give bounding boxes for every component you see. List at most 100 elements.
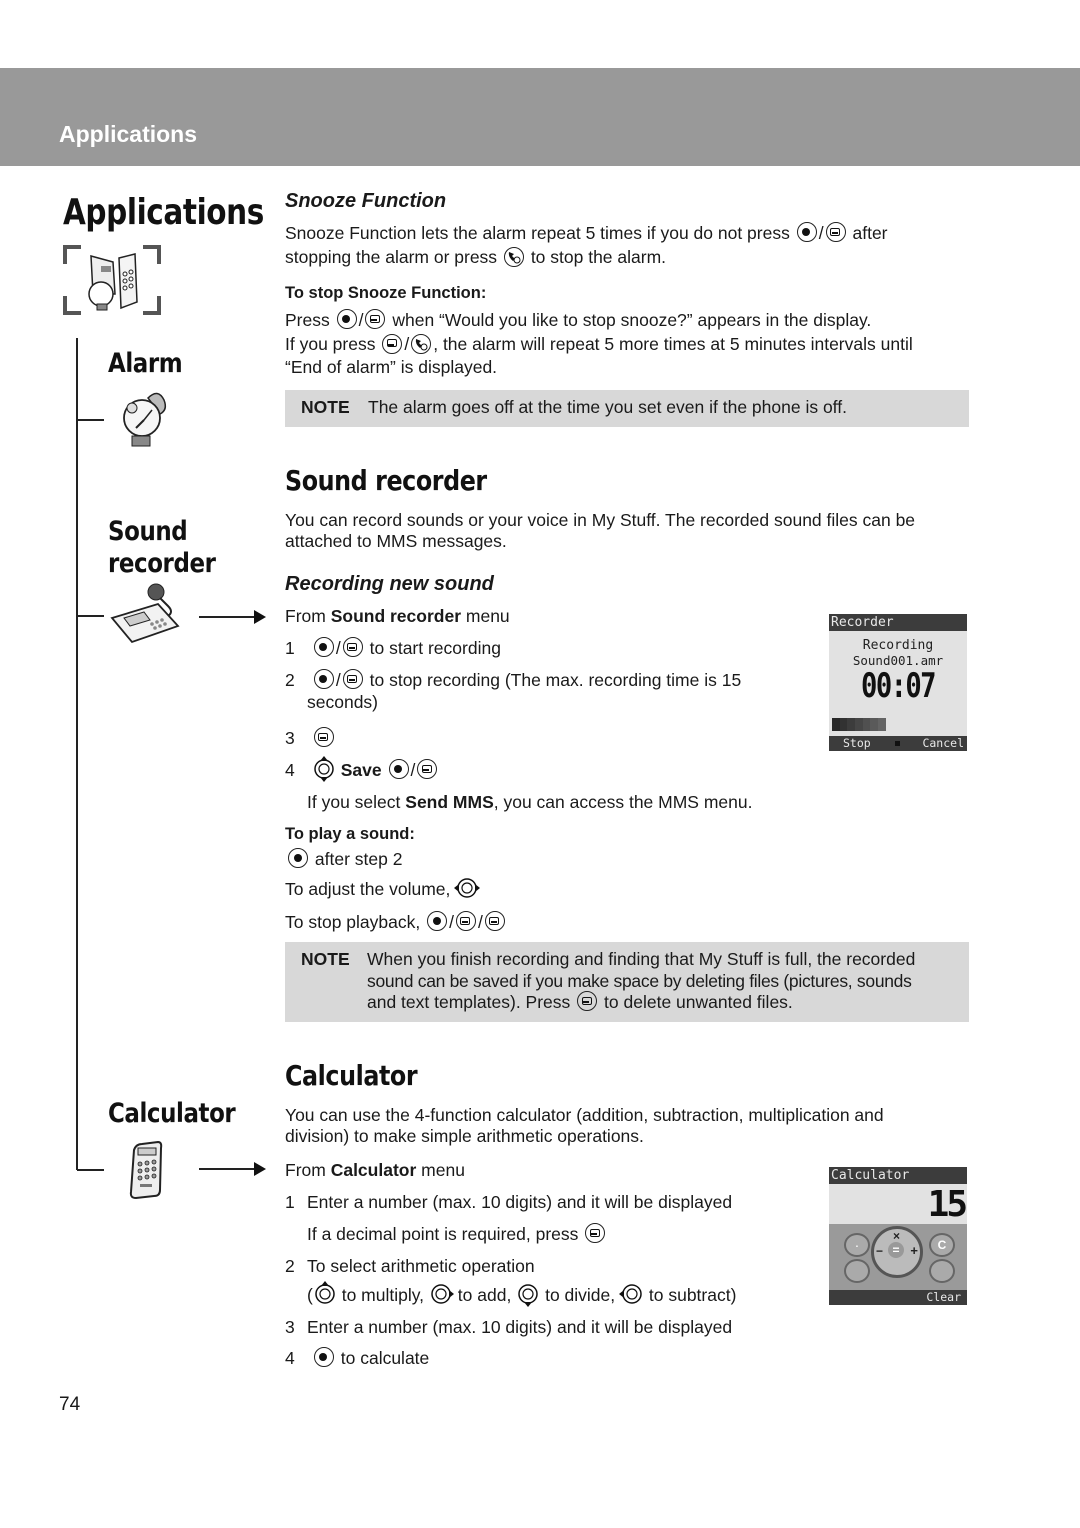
clear-key[interactable]: C [929, 1233, 955, 1257]
calculator-softkeys: Clear [829, 1290, 967, 1305]
recording-step-3: 3 [285, 727, 336, 749]
step-text-continued: seconds) [307, 692, 379, 713]
sound-recorder-note-box: NOTE When you finish recording and findi… [285, 942, 969, 1022]
stop-snooze-when: when “Would you like to stop snooze?” ap… [392, 310, 872, 330]
menu-name: Calculator [330, 1160, 417, 1180]
subtract-key[interactable]: − [876, 1244, 883, 1258]
menu-label: menu [421, 1160, 465, 1180]
calculator-screen: Calculator 15 · × − + = C Clear [829, 1167, 967, 1305]
calculator-step-2: 2 To select arithmetic operation [285, 1255, 535, 1277]
op-divide: to divide, [545, 1285, 616, 1305]
send-mms-text-a: If you select [307, 792, 401, 812]
op-multiply: to multiply, [341, 1285, 425, 1305]
clear-softkey[interactable]: Clear [926, 1290, 961, 1305]
play-sound-text: after step 2 [314, 849, 403, 869]
step-text: Enter a number (max. 10 digits) and it w… [307, 1192, 733, 1212]
multiply-key[interactable]: × [893, 1229, 900, 1243]
level-meter-block [908, 718, 917, 731]
equals-key[interactable]: = [888, 1242, 904, 1258]
send-mms-option: Send MMS [405, 792, 494, 812]
tree-branch-calculator [77, 1169, 104, 1171]
sound-recorder-intro: You can record sounds or your voice in M… [285, 510, 915, 552]
snooze-repeat-text: , the alarm will repeat 5 more times at … [433, 334, 913, 355]
calculator-step-4: 4 to calculate [285, 1347, 429, 1369]
step-text: to start recording [369, 638, 501, 658]
note-label: NOTE [301, 949, 350, 969]
sound-recorder-from-menu: From Sound recorder menu [285, 605, 510, 627]
recorder-status: Recording [862, 638, 934, 653]
stop-softkey[interactable]: Stop [843, 736, 871, 751]
step-number: 2 [285, 670, 295, 690]
sidebar-item-alarm: Alarm [108, 348, 183, 379]
right-soft-key-icon [577, 991, 598, 1012]
step-number: 4 [285, 1348, 295, 1368]
step-number: 1 [285, 638, 295, 658]
calculator-keypad: · × − + = C [829, 1224, 967, 1290]
step-text: to stop recording (The max. recording ti… [369, 670, 742, 690]
center-key-icon [313, 1347, 334, 1368]
step-number: 1 [285, 1192, 295, 1212]
nav-key-up-down-icon [314, 756, 334, 783]
step-text: To select arithmetic operation [307, 1256, 535, 1276]
nav-key-left-icon [619, 1284, 642, 1305]
center-key-icon [313, 669, 334, 690]
calculator-intro-line2: division) to make simple arithmetic oper… [285, 1126, 644, 1146]
op-subtract: to subtract) [648, 1285, 737, 1305]
cancel-softkey[interactable]: Cancel [922, 736, 964, 751]
center-key-icon [427, 911, 448, 932]
operator-wheel[interactable]: × − + = [871, 1226, 923, 1278]
sidebar-tree-line [76, 338, 78, 1170]
right-soft-key-icon [365, 309, 386, 330]
right-soft-key-icon [342, 637, 363, 658]
sidebar-item-sound-recorder-line1: Sound [108, 516, 188, 547]
step-number: 3 [285, 1317, 295, 1337]
right-soft-key-icon [585, 1223, 606, 1244]
stop-playback-text: To stop playback, [285, 912, 421, 932]
level-meter-block [885, 718, 894, 731]
calculator-icon [128, 1140, 164, 1200]
tree-branch-alarm [77, 419, 104, 421]
level-meter-block [862, 718, 871, 731]
level-meter-block [855, 718, 863, 731]
center-key-icon [336, 309, 357, 330]
center-key-icon [313, 637, 334, 658]
recording-new-sound-heading: Recording new sound [285, 573, 494, 595]
right-soft-key-icon [382, 333, 403, 354]
step-text: Enter a number (max. 10 digits) and it w… [307, 1317, 733, 1337]
step-number: 3 [285, 728, 295, 748]
save-option: Save [340, 760, 382, 780]
snooze-intro-line2: stopping the alarm or press [285, 247, 498, 268]
blank-key-right[interactable] [929, 1259, 955, 1283]
add-key[interactable]: + [910, 1243, 918, 1258]
sound-recorder-intro-line1: You can record sounds or your voice in M… [285, 510, 916, 530]
note-line-3a: and text templates). Press [367, 992, 571, 1012]
recorder-level-meter [832, 718, 925, 731]
level-meter-block [893, 718, 902, 731]
send-mms-text-b: , you can access the MMS menu. [493, 792, 753, 812]
dot-key[interactable]: · [844, 1233, 870, 1257]
recorder-timer: 00:07 [861, 666, 936, 706]
level-meter-block [870, 718, 879, 731]
snooze-intro-end: to stop the alarm. [530, 247, 667, 268]
recording-step-2: 2 / to stop recording (The max. recordin… [285, 669, 742, 713]
step-text: to calculate [340, 1348, 430, 1368]
sound-recorder-intro-line2: attached to MMS messages. [285, 531, 507, 551]
center-key-icon [796, 222, 817, 243]
alarm-clock-icon [118, 386, 172, 454]
from-label: From [285, 1160, 326, 1180]
menu-label: menu [465, 606, 510, 626]
snooze-intro: Snooze Function lets the alarm repeat 5 … [285, 222, 888, 268]
decimal-point-text: If a decimal point is required, press [307, 1224, 579, 1244]
decimal-point-hint: If a decimal point is required, press [307, 1223, 607, 1245]
tree-branch-sound-recorder [77, 615, 104, 617]
calculator-heading: Calculator [285, 1059, 418, 1092]
sound-recorder-icon [108, 582, 184, 644]
note-line-3b: to delete unwanted files. [604, 992, 793, 1012]
blank-key-left[interactable] [844, 1259, 870, 1283]
recorder-screen: Recorder Recording Sound001.amr 00:07 St… [829, 614, 967, 751]
from-label: From [285, 606, 326, 626]
level-meter-block [878, 718, 886, 731]
end-key-icon [503, 246, 524, 267]
page-number: 74 [59, 1394, 81, 1415]
sidebar-title: Applications [63, 192, 264, 233]
